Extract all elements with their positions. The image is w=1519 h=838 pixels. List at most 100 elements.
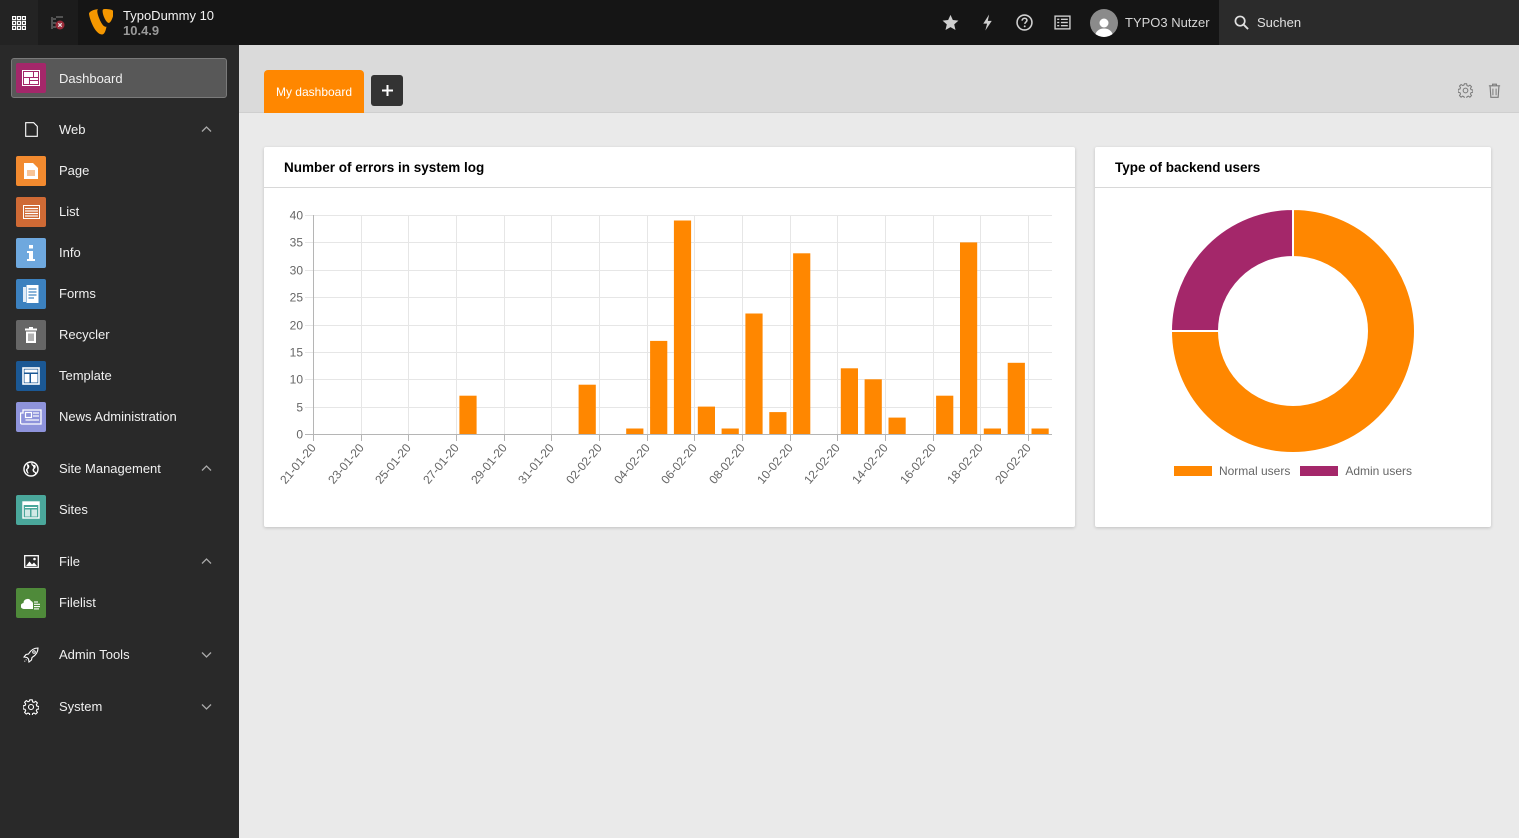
bar[interactable] — [1007, 362, 1025, 434]
bar[interactable] — [673, 220, 692, 435]
chevron-down-icon[interactable] — [200, 648, 213, 661]
user-menu[interactable]: TYPO3 Nutzer — [1090, 8, 1210, 37]
sidebar-item-news-administration[interactable]: News Administration — [0, 396, 239, 437]
sidebar-group-header-system[interactable]: System — [0, 686, 239, 727]
list-module-icon — [16, 196, 46, 227]
widget-title: Number of errors in system log — [284, 159, 485, 175]
bar[interactable] — [697, 406, 715, 434]
sidebar-group-site-management: Site Management Sites — [0, 448, 239, 530]
bar[interactable] — [721, 428, 739, 435]
clear-cache-bolt-icon[interactable] — [979, 14, 996, 31]
sidebar-item-recycler[interactable]: Recycler — [0, 314, 239, 355]
forms-module-icon — [16, 278, 46, 309]
sidebar-group-label: File — [59, 554, 80, 569]
x-tick-label: 12-02-20 — [801, 441, 843, 487]
tab-my-dashboard[interactable]: My dashboard — [264, 70, 364, 113]
bar[interactable] — [840, 368, 858, 434]
live-search[interactable] — [1219, 0, 1519, 45]
sidebar-item-label: News Administration — [59, 409, 177, 424]
globe-icon — [23, 460, 39, 477]
legend-label: Admin users — [1345, 464, 1413, 478]
sidebar-item-label: Sites — [59, 502, 88, 517]
chevron-up-icon[interactable] — [200, 123, 213, 136]
sidebar-item-label: Page — [59, 163, 90, 178]
legend-swatch — [1300, 466, 1339, 476]
gear-icon — [23, 698, 39, 715]
search-input[interactable] — [1257, 15, 1457, 30]
sidebar-item-label: Forms — [59, 286, 96, 301]
sidebar-item-dashboard[interactable]: Dashboard — [11, 58, 227, 98]
y-tick-label: 15 — [290, 346, 304, 360]
sidebar-item-label: Filelist — [59, 595, 96, 610]
trash-icon[interactable] — [1487, 83, 1502, 98]
add-dashboard-button[interactable] — [371, 75, 403, 106]
rocket-icon — [23, 646, 39, 663]
info-module-icon — [16, 237, 46, 268]
gear-icon[interactable] — [1458, 83, 1473, 98]
sidebar-item-sites[interactable]: Sites — [0, 489, 239, 530]
bar[interactable] — [983, 428, 1001, 435]
sidebar-group-file: File Filelist — [0, 541, 239, 623]
typo3-logo — [89, 9, 113, 35]
y-tick-label: 20 — [290, 319, 304, 333]
y-tick-label: 10 — [290, 373, 304, 387]
widget-body: 0 5 10 15 20 25 30 35 40 21-01-20 23-01-20 25-01-20… — [264, 188, 1075, 527]
page-module-icon — [16, 155, 46, 186]
page-icon — [24, 162, 38, 179]
bar[interactable] — [745, 313, 763, 435]
bar[interactable] — [650, 340, 668, 434]
widget-header: Type of backend users — [1095, 147, 1491, 188]
bar[interactable] — [1031, 428, 1049, 435]
help-icon[interactable] — [1016, 14, 1033, 31]
sidebar-group-header-web[interactable]: Web — [0, 109, 239, 150]
sidebar-group-header-admin-tools[interactable]: Admin Tools — [0, 634, 239, 675]
sidebar-item-label: Info — [59, 245, 81, 260]
sidebar-item-filelist[interactable]: Filelist — [0, 582, 239, 623]
legend-item-normal-users[interactable]: Normal users — [1173, 464, 1290, 478]
chevron-up-icon[interactable] — [200, 555, 213, 568]
bar[interactable] — [864, 379, 882, 435]
sidebar-group-header-file[interactable]: File — [0, 541, 239, 582]
widget-title: Type of backend users — [1115, 159, 1261, 175]
recycler-module-icon — [16, 319, 46, 350]
filelist-module-icon — [16, 587, 46, 618]
legend-item-admin-users[interactable]: Admin users — [1300, 464, 1412, 478]
sidebar-group-header-site-management[interactable]: Site Management — [0, 448, 239, 489]
x-tick-label: 29-01-20 — [468, 441, 510, 487]
sidebar-group-system: System — [0, 686, 239, 727]
app-menu-button[interactable] — [0, 0, 38, 45]
bar[interactable] — [626, 428, 644, 435]
bookmark-star-icon[interactable] — [942, 14, 959, 31]
doughnut-chart — [1169, 207, 1416, 454]
list-icon — [22, 204, 40, 219]
x-tick-label: 27-01-20 — [420, 441, 462, 487]
sidebar-item-page[interactable]: Page — [0, 150, 239, 191]
sidebar-item-forms[interactable]: Forms — [0, 273, 239, 314]
widget-backend-user-types: Type of backend users Normal users Admin… — [1095, 147, 1491, 527]
site-name[interactable]: TypoDummy 10 — [123, 8, 214, 23]
sidebar-item-template[interactable]: Template — [0, 355, 239, 396]
forms-icon — [23, 284, 39, 303]
sites-icon — [22, 500, 40, 519]
widget-header: Number of errors in system log — [264, 147, 1075, 188]
bar[interactable] — [960, 242, 978, 434]
bar[interactable] — [459, 395, 477, 434]
bar[interactable] — [769, 412, 787, 434]
template-icon — [22, 366, 40, 385]
bar[interactable] — [578, 384, 596, 434]
chevron-down-icon[interactable] — [200, 700, 213, 713]
news-module-icon — [16, 401, 46, 432]
bar[interactable] — [793, 253, 811, 434]
doughnut-slice-admin-users[interactable] — [1169, 207, 1294, 332]
bar[interactable] — [888, 417, 906, 434]
bar[interactable] — [936, 395, 954, 434]
legend-swatch — [1173, 466, 1212, 476]
y-tick-label: 35 — [290, 236, 304, 250]
system-information-icon[interactable] — [1054, 14, 1071, 31]
chevron-up-icon[interactable] — [200, 462, 213, 475]
dashboard-header: My dashboard — [239, 45, 1519, 113]
module-menu-toggle-button[interactable] — [38, 0, 78, 45]
sidebar-item-info[interactable]: Info — [0, 232, 239, 273]
sidebar-item-list[interactable]: List — [0, 191, 239, 232]
user-name: TYPO3 Nutzer — [1125, 15, 1210, 30]
